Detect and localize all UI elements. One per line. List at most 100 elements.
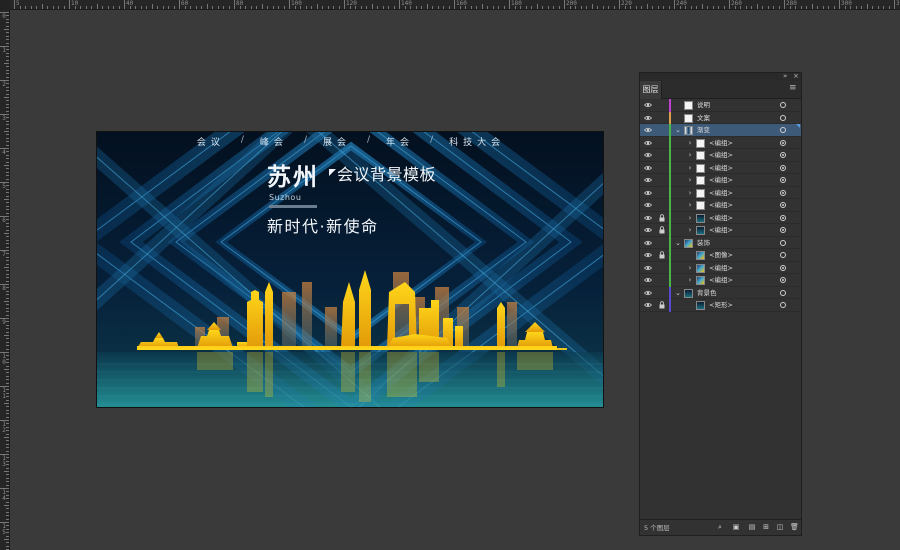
visibility-eye-icon[interactable] (643, 226, 653, 234)
lock-toggle[interactable] (658, 114, 666, 122)
layer-row[interactable]: › <编组> (640, 274, 801, 287)
visibility-eye-icon[interactable] (643, 301, 653, 309)
ruler-origin[interactable] (0, 0, 10, 10)
target-circle-icon[interactable] (780, 102, 786, 108)
tab-layers[interactable]: 图层 (640, 81, 662, 99)
lock-toggle[interactable] (658, 239, 666, 247)
layer-row[interactable]: › <编组> (640, 149, 801, 162)
layer-name[interactable]: 渐变 (697, 125, 710, 136)
layer-name[interactable]: <编组> (709, 200, 733, 211)
layer-row[interactable]: ⌄ 渐变 (640, 124, 801, 137)
lock-toggle[interactable] (658, 264, 666, 272)
collapse-icon[interactable]: » (783, 72, 787, 81)
panel-title-bar[interactable]: » × (640, 72, 801, 81)
layer-row[interactable]: ⌄ 装饰 (640, 236, 801, 249)
lock-icon[interactable] (658, 226, 666, 234)
visibility-eye-icon[interactable] (643, 164, 653, 172)
chevron-right-icon[interactable]: › (687, 213, 693, 223)
lock-toggle[interactable] (658, 289, 666, 297)
chevron-right-icon[interactable]: › (687, 225, 693, 235)
layer-row[interactable]: › <编组> (640, 136, 801, 149)
target-circle-icon[interactable] (780, 289, 786, 296)
layer-name[interactable]: <编组> (709, 188, 733, 199)
layer-row[interactable]: 说明 (640, 99, 801, 112)
vertical-ruler[interactable]: 0 1 2 3 4 5 6 7 8 9 10 11 12 13 14 15 (0, 10, 10, 550)
visibility-eye-icon[interactable] (643, 189, 653, 197)
visibility-eye-icon[interactable] (643, 114, 653, 122)
layer-name[interactable]: 装饰 (697, 238, 710, 249)
chevron-right-icon[interactable]: › (687, 163, 693, 173)
layer-row[interactable]: ⌄ 背景色 (640, 286, 801, 299)
visibility-eye-icon[interactable] (643, 264, 653, 272)
horizontal-ruler[interactable]: 5 10 40 60 80 100 120 140 160 180 200 220 240 260 280 3… (0, 0, 900, 10)
chevron-right-icon[interactable]: › (687, 150, 693, 160)
visibility-eye-icon[interactable] (643, 101, 653, 109)
layer-row[interactable]: › <编组> (640, 186, 801, 199)
export-icon[interactable]: ▣ (732, 523, 740, 531)
layer-name[interactable]: <编组> (709, 175, 733, 186)
layer-row[interactable]: <图像> (640, 249, 801, 262)
chevron-right-icon[interactable]: › (687, 263, 693, 273)
layer-row[interactable]: › <编组> (640, 174, 801, 187)
target-circle-icon[interactable] (780, 264, 786, 271)
visibility-eye-icon[interactable] (643, 251, 653, 259)
target-circle-icon[interactable] (780, 189, 786, 196)
lock-toggle[interactable] (658, 164, 666, 172)
target-circle-icon[interactable] (780, 277, 786, 283)
lock-toggle[interactable] (658, 151, 666, 159)
artboard[interactable]: 会议 / 峰会 / 展会 / 年会 / 科技大会 苏州 Suzhou 会议背景模板 新时代·新使… (96, 131, 604, 408)
chevron-down-icon[interactable]: ⌄ (675, 288, 681, 298)
visibility-eye-icon[interactable] (643, 214, 653, 222)
layer-row[interactable]: › <编组> (640, 261, 801, 274)
target-circle-icon[interactable] (780, 239, 786, 246)
layer-name[interactable]: <矩形> (709, 300, 733, 311)
chevron-right-icon[interactable]: › (687, 188, 693, 198)
chevron-right-icon[interactable]: › (687, 138, 693, 148)
layer-name[interactable]: <图像> (709, 250, 733, 261)
lock-toggle[interactable] (658, 139, 666, 147)
new-layer-icon[interactable]: ◫ (776, 523, 784, 531)
lock-toggle[interactable] (658, 126, 666, 134)
visibility-eye-icon[interactable] (643, 276, 653, 284)
layer-row[interactable]: › <编组> (640, 224, 801, 237)
visibility-eye-icon[interactable] (643, 239, 653, 247)
layer-row[interactable]: <矩形> (640, 299, 801, 312)
lock-icon[interactable] (658, 251, 666, 259)
visibility-eye-icon[interactable] (643, 139, 653, 147)
search-icon[interactable]: ⌕ (716, 523, 724, 531)
chevron-down-icon[interactable]: ⌄ (675, 238, 681, 248)
make-clipping-mask-icon[interactable]: ▤ (748, 523, 756, 531)
layer-row[interactable]: › <编组> (640, 211, 801, 224)
lock-toggle[interactable] (658, 101, 666, 109)
target-circle-icon[interactable] (780, 114, 786, 121)
visibility-eye-icon[interactable] (643, 126, 653, 134)
layer-row[interactable]: › <编组> (640, 161, 801, 174)
lock-toggle[interactable] (658, 176, 666, 184)
chevron-right-icon[interactable]: › (687, 200, 693, 210)
new-sublayer-icon[interactable]: ⊞ (762, 523, 770, 531)
target-circle-icon[interactable] (780, 214, 786, 221)
target-circle-icon[interactable] (780, 227, 786, 233)
layer-name[interactable]: 文案 (697, 113, 710, 124)
layer-name[interactable]: <编组> (709, 213, 733, 224)
target-circle-icon[interactable] (780, 202, 786, 208)
target-circle-icon[interactable] (780, 152, 786, 158)
target-circle-icon[interactable] (780, 164, 786, 171)
layer-row[interactable]: 文案 (640, 111, 801, 124)
layer-name[interactable]: <编组> (709, 263, 733, 274)
chevron-right-icon[interactable]: › (687, 175, 693, 185)
panel-menu-icon[interactable]: ≡ (789, 84, 798, 93)
visibility-eye-icon[interactable] (643, 289, 653, 297)
layer-name[interactable]: <编组> (709, 225, 733, 236)
lock-icon[interactable] (658, 213, 666, 222)
visibility-eye-icon[interactable] (643, 201, 653, 209)
layer-name[interactable]: <编组> (709, 275, 733, 286)
target-circle-icon[interactable] (780, 177, 786, 183)
layer-name[interactable]: <编组> (709, 150, 733, 161)
lock-toggle[interactable] (658, 276, 666, 284)
visibility-eye-icon[interactable] (643, 151, 653, 159)
layer-name[interactable]: 说明 (697, 100, 710, 111)
delete-icon[interactable]: 🗑 (790, 523, 799, 531)
layer-name[interactable]: 背景色 (697, 288, 717, 299)
target-circle-icon[interactable] (780, 127, 786, 133)
